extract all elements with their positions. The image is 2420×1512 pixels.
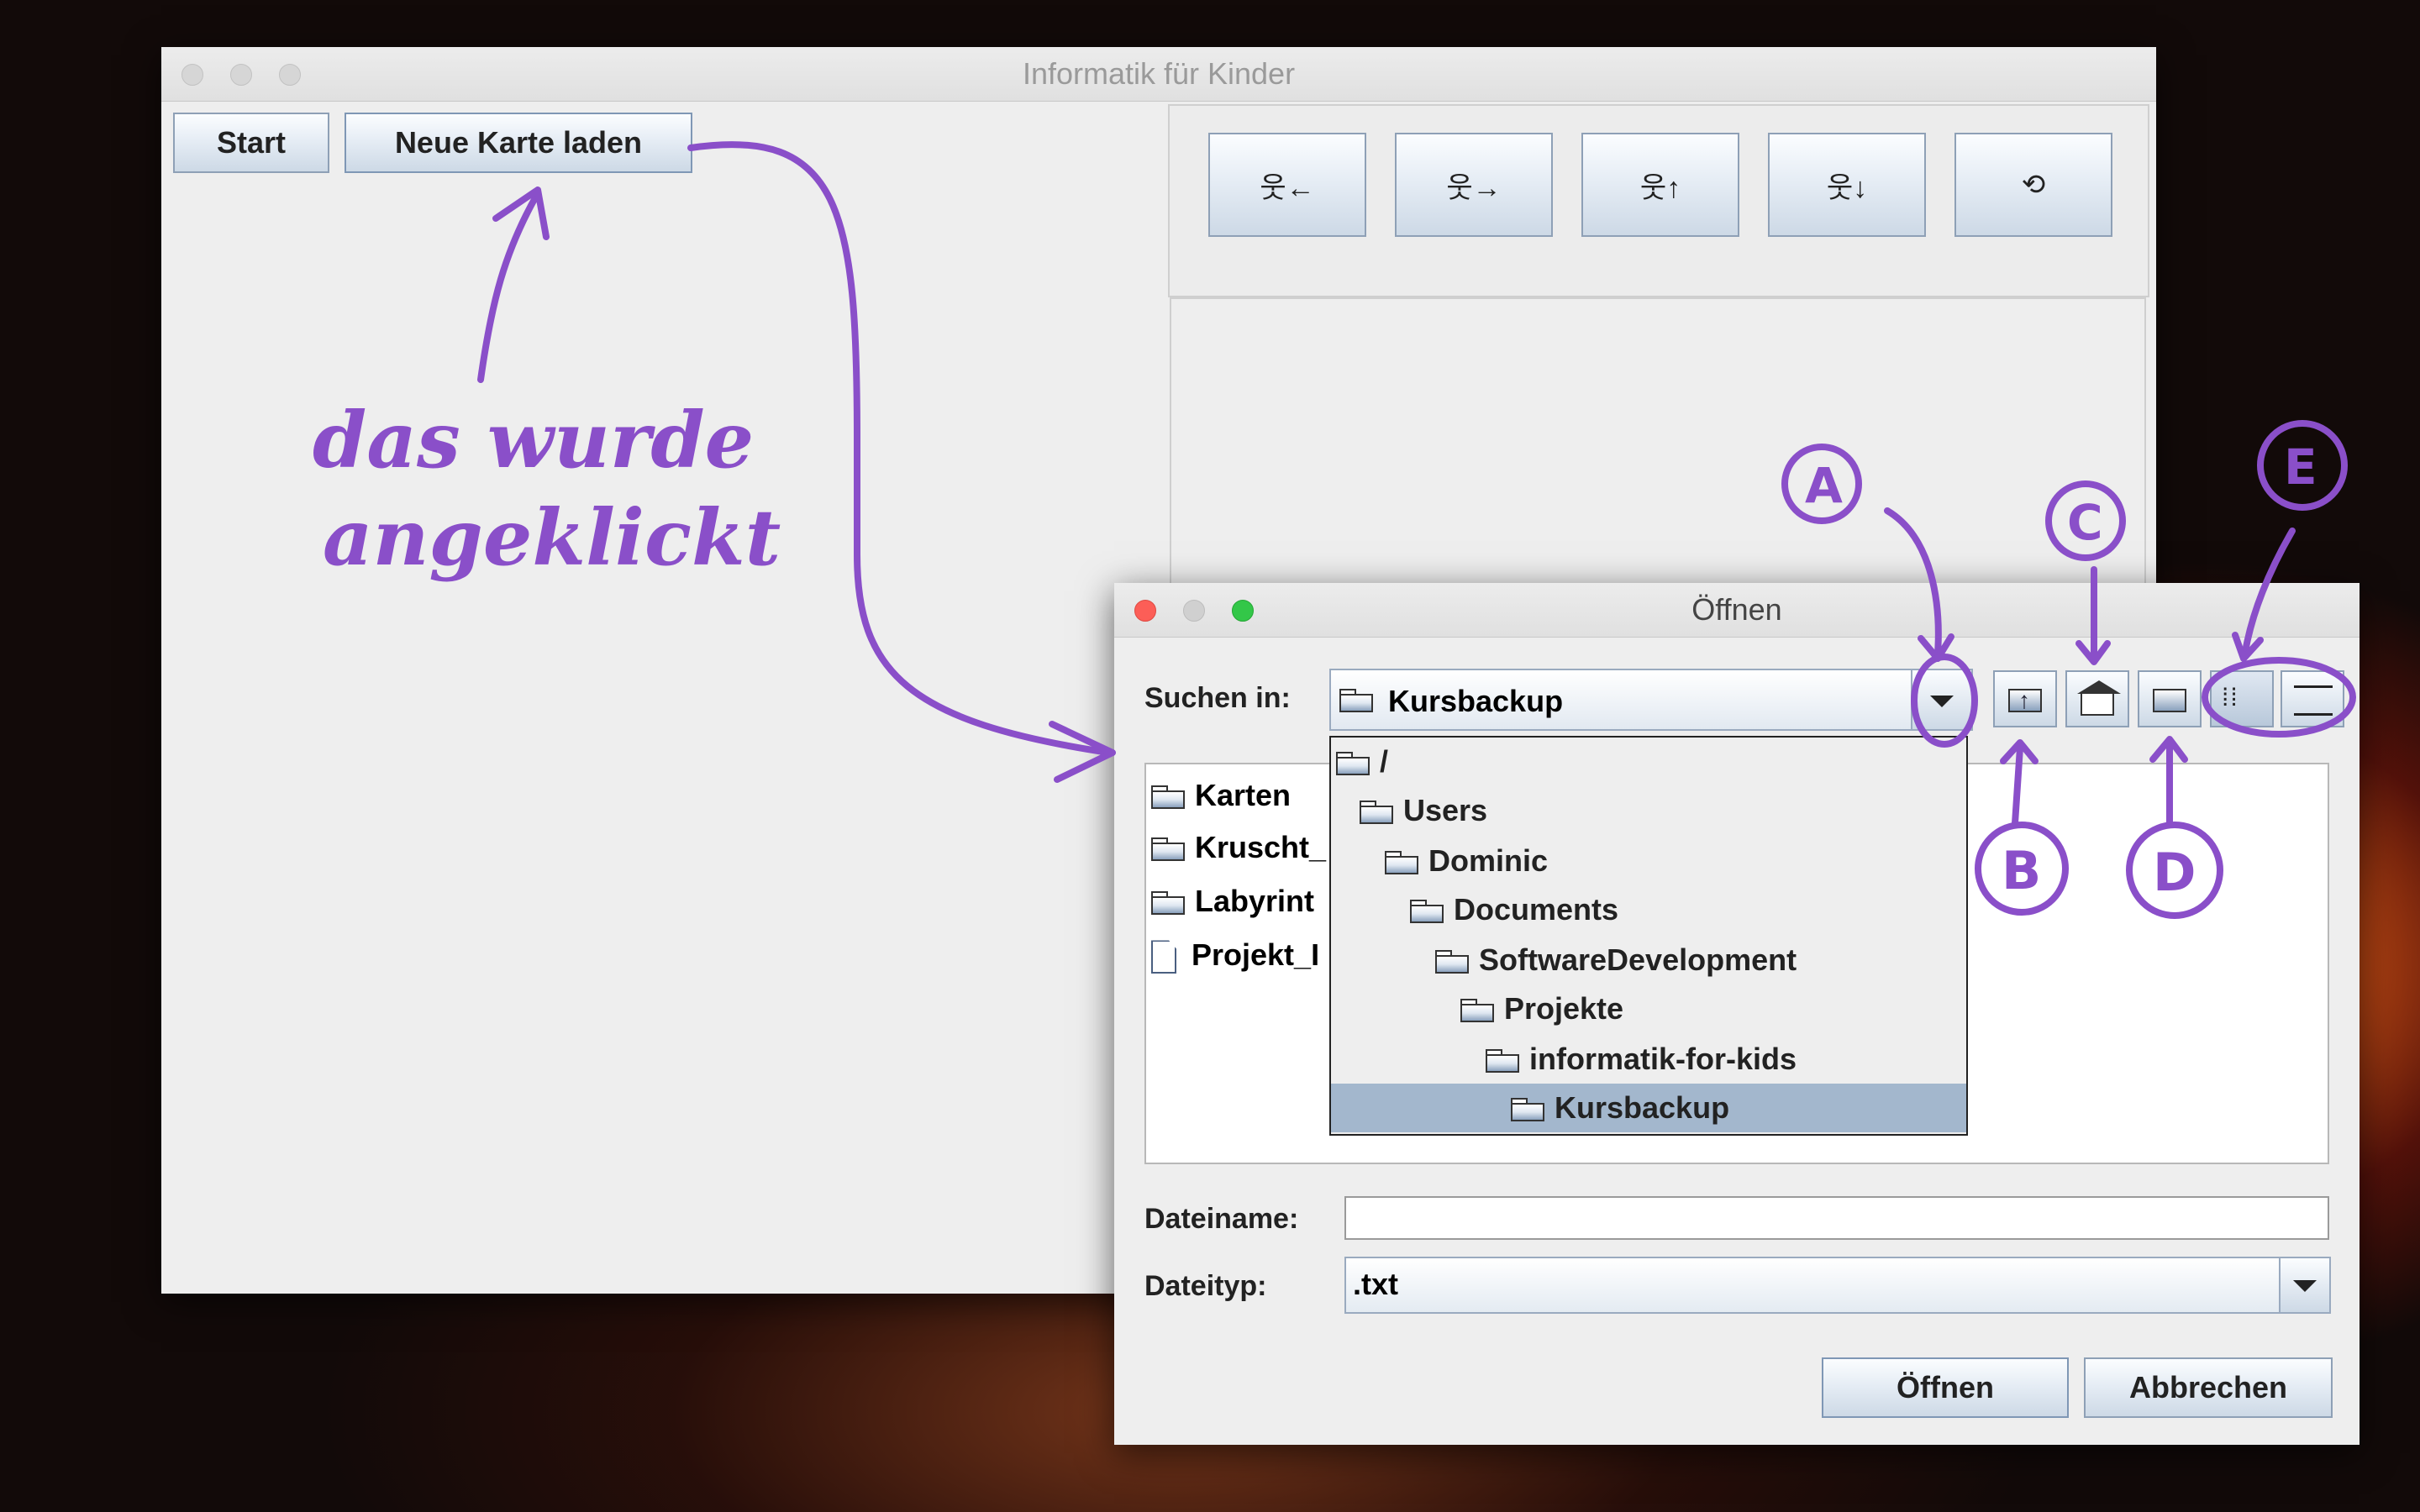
combo-arrow-button[interactable] xyxy=(1911,670,1971,729)
details-view-button[interactable] xyxy=(2281,670,2344,727)
folder-icon xyxy=(1339,689,1373,712)
dropdown-item-label: Projekte xyxy=(1504,991,1624,1026)
folder-icon xyxy=(1511,1098,1544,1122)
look-in-label: Suchen in: xyxy=(1144,682,1291,714)
home-icon xyxy=(2081,692,2114,716)
dialog-title: Öffnen xyxy=(1691,592,1782,627)
dropdown-item[interactable]: SoftwareDevelopment xyxy=(1435,936,1797,984)
up-arrow-glyph: ↑ xyxy=(2018,687,2030,713)
dropdown-item[interactable]: Users xyxy=(1360,786,1487,835)
details-view-icon xyxy=(2294,685,2333,716)
walk-down-icon: 웃↓ xyxy=(1826,171,1868,204)
dropdown-item-label: Users xyxy=(1403,793,1488,827)
main-window-title: Informatik für Kinder xyxy=(1022,56,1296,91)
dropdown-item-label: / xyxy=(1380,744,1389,779)
filetype-label: Dateityp: xyxy=(1144,1270,1267,1302)
reset-icon: ⟲ xyxy=(2021,169,2046,201)
chevron-down-icon xyxy=(1930,696,1954,707)
look-in-combo[interactable]: Kursbackup xyxy=(1329,669,1973,731)
home-roof-icon xyxy=(2077,680,2121,694)
walk-up-icon: 웃↑ xyxy=(1639,171,1681,204)
dropdown-item[interactable]: / xyxy=(1336,738,1388,786)
chevron-down-icon xyxy=(2293,1280,2317,1292)
walk-up-button[interactable]: 웃↑ xyxy=(1581,133,1739,237)
cancel-button[interactable]: Abbrechen xyxy=(2084,1357,2333,1418)
dropdown-item[interactable]: Documents xyxy=(1410,885,1618,934)
file-icon xyxy=(1151,940,1176,974)
filetype-combo[interactable]: .txt xyxy=(1344,1257,2331,1314)
dropdown-item[interactable]: Projekte xyxy=(1460,984,1623,1033)
list-item[interactable]: Karten xyxy=(1151,774,1291,816)
list-item[interactable]: Projekt_I xyxy=(1151,934,1319,976)
filename-label: Dateiname: xyxy=(1144,1203,1299,1235)
list-view-button[interactable]: ⁞⁞ xyxy=(2210,670,2274,727)
start-button[interactable]: Start xyxy=(173,113,329,173)
folder-icon xyxy=(1385,851,1418,875)
look-in-dropdown[interactable]: / Users Dominic Documents SoftwareDevelo… xyxy=(1329,736,1968,1136)
dialog-titlebar: Öffnen xyxy=(1114,583,2360,638)
walk-left-button[interactable]: 웃← xyxy=(1208,133,1366,237)
file-name: Projekt_I xyxy=(1192,937,1320,972)
dropdown-item-label: Documents xyxy=(1454,892,1619,927)
file-name: Kruscht_ xyxy=(1195,830,1327,864)
filetype-arrow-button[interactable] xyxy=(2279,1258,2329,1312)
filename-input[interactable] xyxy=(1344,1196,2329,1240)
reset-button[interactable]: ⟲ xyxy=(1954,133,2112,237)
file-name: Labyrint xyxy=(1195,884,1315,918)
walk-right-icon: 웃→ xyxy=(1446,171,1502,204)
dropdown-item-selected[interactable]: Kursbackup xyxy=(1331,1084,1966,1132)
folder-icon xyxy=(1151,891,1185,916)
folder-icon xyxy=(1410,900,1444,924)
list-item[interactable]: Kruscht_ xyxy=(1151,827,1326,869)
list-item[interactable]: Labyrint xyxy=(1151,880,1314,922)
folder-icon xyxy=(1460,999,1494,1023)
look-in-value: Kursbackup xyxy=(1388,684,1564,718)
dropdown-item-label: SoftwareDevelopment xyxy=(1479,942,1797,977)
new-folder-button[interactable] xyxy=(2138,670,2202,727)
file-name: Karten xyxy=(1195,778,1292,812)
home-button[interactable] xyxy=(2065,670,2129,727)
dropdown-item[interactable]: Dominic xyxy=(1385,837,1548,885)
dropdown-item-label: Dominic xyxy=(1428,843,1549,878)
folder-icon xyxy=(1336,752,1370,776)
folder-icon xyxy=(1360,801,1393,825)
load-map-button[interactable]: Neue Karte laden xyxy=(345,113,692,173)
marker-e: E xyxy=(2284,438,2317,496)
folder-icon xyxy=(1151,785,1185,810)
dropdown-item[interactable]: informatik-for-kids xyxy=(1486,1035,1797,1084)
walk-down-button[interactable]: 웃↓ xyxy=(1768,133,1926,237)
up-one-level-button[interactable]: ↑ xyxy=(1993,670,2057,727)
main-titlebar: Informatik für Kinder xyxy=(161,47,2156,102)
new-folder-icon xyxy=(2153,689,2186,712)
folder-icon xyxy=(1151,837,1185,862)
dropdown-item-label: Kursbackup xyxy=(1555,1090,1730,1125)
list-view-icon: ⁞⁞ xyxy=(2222,684,2239,711)
walk-left-icon: 웃← xyxy=(1260,171,1315,204)
marker-e-circle xyxy=(2257,420,2348,511)
folder-icon xyxy=(1435,950,1469,974)
dropdown-item-label: informatik-for-kids xyxy=(1529,1042,1797,1076)
walk-right-button[interactable]: 웃→ xyxy=(1395,133,1553,237)
filetype-value: .txt xyxy=(1353,1267,1398,1301)
folder-icon xyxy=(1486,1049,1519,1074)
open-button[interactable]: Öffnen xyxy=(1822,1357,2069,1418)
